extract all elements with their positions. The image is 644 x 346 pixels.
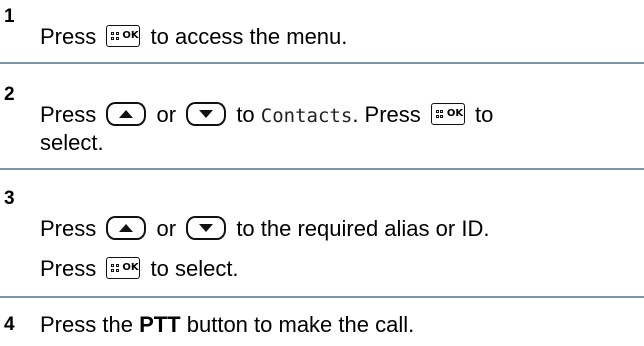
step-text: Press OK to access the menu.: [40, 24, 347, 50]
step-text-press: . Press: [352, 102, 421, 127]
step-number: 4: [4, 314, 15, 335]
step-number: 1: [4, 6, 15, 27]
step-text-line2: Press OK to select.: [40, 256, 239, 282]
step-text-or: or: [156, 102, 177, 127]
step-text: Press or to the required alias or ID.: [40, 216, 489, 242]
step-text-after: to the required alias or ID.: [236, 216, 490, 241]
down-arrow-button-icon: [186, 216, 227, 240]
menu-ok-button-icon: OK: [430, 103, 465, 125]
up-arrow-button-icon: [106, 216, 147, 240]
step-text: Press or to Contacts. Press OK to: [40, 102, 493, 129]
step-number: 2: [4, 84, 15, 105]
step-text-or: or: [156, 216, 177, 241]
divider: [0, 296, 644, 298]
divider: [0, 168, 644, 170]
step-text-to: to: [475, 102, 494, 127]
instruction-steps: { "steps": [ { "number": "1", "text_pres…: [0, 0, 644, 346]
down-arrow-button-icon: [186, 102, 227, 126]
step-text-press: Press: [40, 216, 97, 241]
up-arrow-button-icon: [106, 102, 147, 126]
step-text-after: button to make the call.: [186, 312, 415, 337]
step-text-press: Press: [40, 24, 97, 49]
step-text: Press the PTT button to make the call.: [40, 312, 414, 338]
menu-ok-button-icon: OK: [106, 257, 141, 279]
step-text-line2: select.: [40, 130, 104, 155]
step-text-before: Press the: [40, 312, 133, 337]
step-text-to: to: [236, 102, 255, 127]
step-text-after: to access the menu.: [150, 24, 348, 49]
ptt-button-label: PTT: [139, 312, 181, 337]
step-text-press: Press: [40, 102, 97, 127]
step-number: 3: [4, 188, 15, 209]
divider: [0, 62, 644, 64]
step-text-press: Press: [40, 256, 97, 281]
menu-ok-button-icon: OK: [106, 25, 141, 47]
step-text-select: to select.: [150, 256, 239, 281]
menu-item-contacts: Contacts: [260, 105, 353, 127]
